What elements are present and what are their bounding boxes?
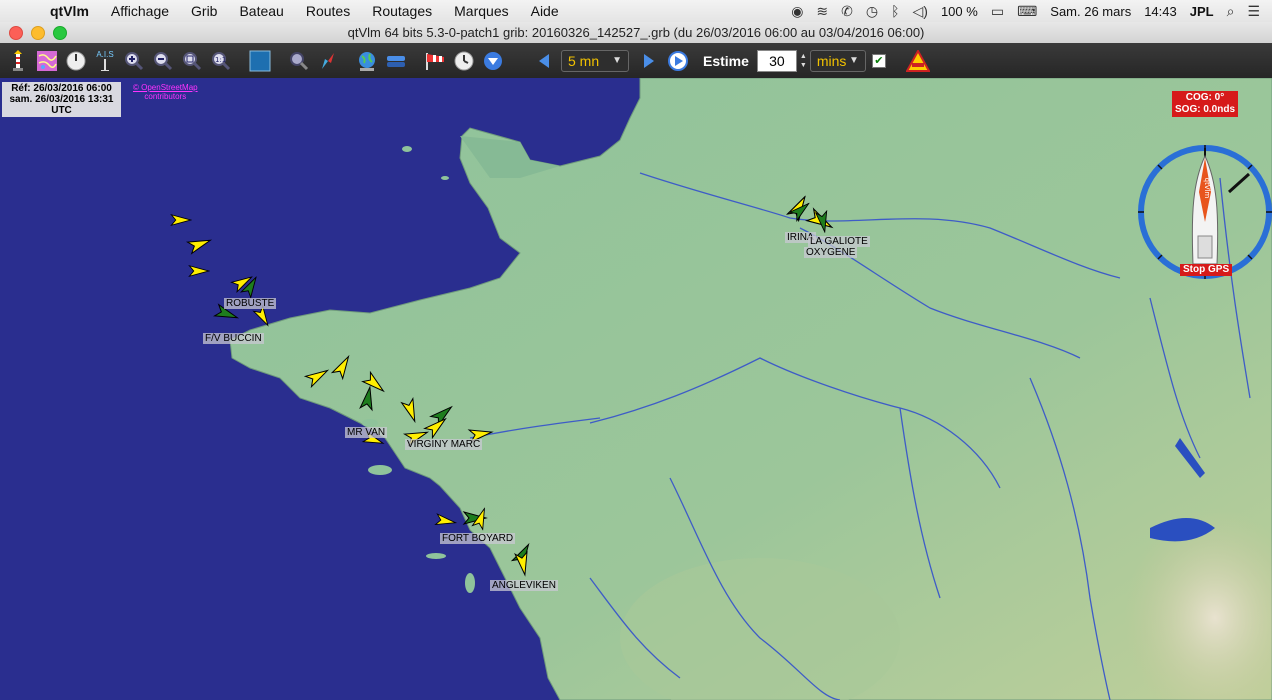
layers-icon[interactable]: [384, 49, 408, 73]
menubar-time[interactable]: 14:43: [1144, 4, 1177, 19]
close-window-button[interactable]: [9, 26, 23, 40]
stop-gps-button[interactable]: Stop GPS: [1180, 264, 1233, 276]
time-machine-icon[interactable]: ◷: [866, 3, 878, 20]
menu-affichage[interactable]: Affichage: [100, 3, 180, 19]
ais-button[interactable]: A.I.S: [93, 49, 117, 73]
svg-text:1:1: 1:1: [215, 56, 226, 64]
maximize-window-button[interactable]: [53, 26, 67, 40]
download-arrow-icon[interactable]: [481, 49, 505, 73]
osm-contributors: contributors: [144, 92, 187, 101]
reference-time-box: Réf: 26/03/2016 06:00 sam. 26/03/2016 13…: [2, 82, 121, 117]
step-back-icon[interactable]: [532, 49, 556, 73]
zoom-in-icon[interactable]: [122, 49, 146, 73]
sog-value: SOG: 0.0nds: [1175, 104, 1236, 115]
map-view-icon[interactable]: [248, 49, 272, 73]
battery-icon[interactable]: ▭: [991, 3, 1004, 20]
boat-label-robuste[interactable]: ROBUSTE: [224, 298, 277, 309]
menu-grib[interactable]: Grib: [180, 3, 228, 19]
island-chausey: [441, 176, 449, 180]
menu-app-qtvlm[interactable]: qtVlm: [44, 3, 100, 19]
compass-boat-label: qtVlm: [1203, 178, 1211, 199]
estime-label: Estime: [703, 52, 749, 69]
bluetooth-icon[interactable]: ᛒ: [891, 3, 899, 19]
estime-value-input[interactable]: 30: [756, 49, 797, 72]
notification-center-icon[interactable]: ☰: [1247, 3, 1260, 20]
warning-barrier-icon[interactable]: [905, 49, 930, 73]
play-icon[interactable]: [666, 49, 690, 73]
step-forward-icon[interactable]: [637, 49, 661, 73]
menu-bateau[interactable]: Bateau: [228, 3, 294, 19]
boat-label-oxygene[interactable]: OXYGENE: [804, 247, 858, 258]
island-jersey: [402, 146, 412, 152]
chevron-down-icon: ▼: [848, 55, 859, 66]
ais-label: A.I.S: [96, 49, 114, 59]
zoom-1to1-icon[interactable]: 1:1: [209, 49, 233, 73]
menubar-status-area: ◉ ≋ ✆ ◷ ᛒ ◁) 100 % ▭ ⌨ Sam. 26 mars 14:4…: [791, 3, 1272, 20]
compass-boat-cabin: [1197, 235, 1213, 259]
time-step-value: 5 mn: [568, 52, 600, 69]
spin-up-icon[interactable]: ▲: [800, 52, 807, 61]
boat-label-mr-van[interactable]: MR VAN: [345, 427, 388, 438]
lighthouse-icon[interactable]: [6, 49, 30, 73]
menu-routages[interactable]: Routages: [361, 3, 443, 19]
menu-marques[interactable]: Marques: [443, 3, 519, 19]
chevron-down-icon: ▼: [612, 55, 622, 66]
estime-unit-value: mins: [816, 52, 847, 69]
island-re: [426, 553, 446, 559]
status-app-icon[interactable]: ◉: [791, 3, 803, 20]
island-groix: [362, 419, 378, 427]
volume-icon[interactable]: ◁): [913, 3, 928, 20]
macos-menubar: qtVlm Affichage Grib Bateau Routes Routa…: [0, 0, 1272, 23]
boat-label-la-galiote[interactable]: LA GALIOTE: [808, 236, 870, 247]
map-canvas[interactable]: qtVlm: [0, 78, 1272, 700]
keyboard-icon[interactable]: ⌨: [1017, 3, 1037, 20]
menubar-user[interactable]: JPL: [1190, 4, 1214, 19]
osm-attribution[interactable]: © OpenStreetMap contributors: [133, 83, 198, 101]
menu-aide[interactable]: Aide: [520, 3, 570, 19]
estime-unit-select[interactable]: mins ▼: [809, 49, 866, 72]
cog-sog-panel: COG: 0° SOG: 0.0nds: [1172, 91, 1239, 117]
island-oleron: [465, 573, 475, 593]
estime-checkbox[interactable]: ✔: [871, 53, 886, 68]
window-titlebar: qtVlm 64 bits 5.3-0-patch1 grib: 2016032…: [0, 22, 1272, 44]
phone-icon[interactable]: ✆: [841, 3, 853, 20]
cog-value: COG: 0°: [1185, 92, 1225, 103]
clock-icon[interactable]: [452, 49, 476, 73]
time-step-select[interactable]: 5 mn ▼: [561, 49, 629, 72]
windsock-icon[interactable]: [423, 49, 447, 73]
battery-percent: 100 %: [940, 3, 978, 19]
search-icon[interactable]: [287, 49, 311, 73]
boat-label-virginy-marc[interactable]: VIRGINY MARC: [405, 439, 483, 450]
estime-spinner[interactable]: ▲ ▼: [800, 52, 807, 70]
ref-grib-date: Réf: 26/03/2016 06:00: [11, 83, 112, 94]
main-toolbar: A.I.S 1:1 5 mn ▼ Estime 30 ▲ ▼ mins ▼ ✔: [0, 43, 1272, 78]
boat-label-fort-boyard[interactable]: FORT BOYARD: [440, 533, 516, 544]
chart-map[interactable]: qtVlm Réf: 26/03/2016 06:00 sam. 26/03/2…: [0, 78, 1272, 700]
window-controls: [9, 26, 67, 40]
globe-icon[interactable]: [355, 49, 379, 73]
osm-link[interactable]: © OpenStreetMap: [133, 83, 198, 92]
zoom-fit-icon[interactable]: [180, 49, 204, 73]
spin-down-icon[interactable]: ▼: [800, 61, 807, 70]
spotlight-search-icon[interactable]: ⌕: [1227, 3, 1235, 20]
zoom-out-icon[interactable]: [151, 49, 175, 73]
wifi-icon[interactable]: ≋: [816, 3, 828, 20]
minimize-window-button[interactable]: [31, 26, 45, 40]
menu-routes[interactable]: Routes: [295, 3, 361, 19]
grib-map-icon[interactable]: [35, 49, 59, 73]
island-belle-ile: [368, 465, 392, 475]
boat-label-fv-buccin[interactable]: F/V BUCCIN: [203, 333, 264, 344]
menubar-date[interactable]: Sam. 26 mars: [1050, 4, 1131, 19]
ref-current-date: sam. 26/03/2016 13:31: [9, 94, 114, 105]
ref-timezone: UTC: [51, 105, 72, 116]
window-title: qtVlm 64 bits 5.3-0-patch1 grib: 2016032…: [347, 25, 925, 40]
instrument-gauge-icon[interactable]: [64, 49, 88, 73]
compass-needle-icon[interactable]: [316, 49, 340, 73]
boat-label-angleviken[interactable]: ANGLEVIKEN: [490, 580, 558, 591]
